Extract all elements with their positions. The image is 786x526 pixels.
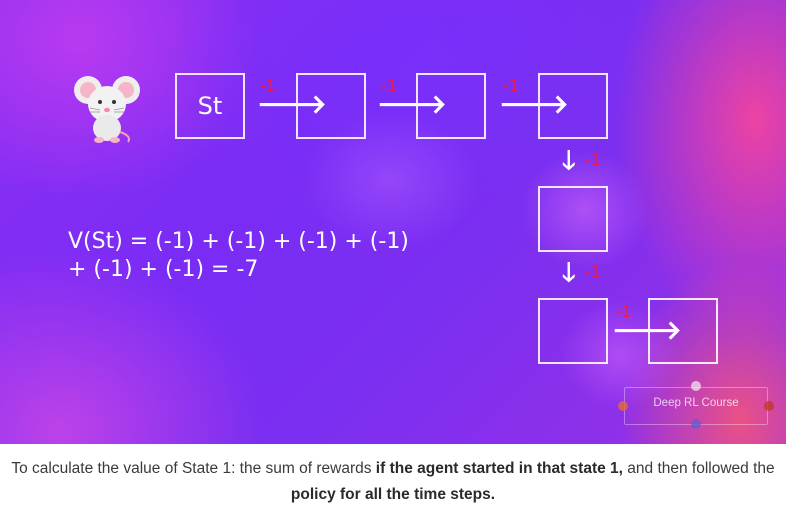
- watermark-joystick-icon: [764, 401, 774, 411]
- right-arrow-icon: 🡒: [377, 90, 447, 120]
- reward-label: -1: [585, 150, 601, 169]
- down-arrow-icon: 🡓: [562, 146, 576, 176]
- watermark-flask-icon: [618, 401, 628, 411]
- state-box-6: [538, 298, 608, 364]
- reward-label: -1: [616, 302, 632, 321]
- watermark-text: Deep RL Course: [653, 397, 739, 409]
- reward-label: -1: [381, 76, 397, 95]
- caption-text: To calculate the value of State 1: the s…: [11, 460, 376, 477]
- caption-bold: policy for all the time steps.: [290, 486, 496, 503]
- caption-text: and then followed the: [622, 460, 775, 477]
- right-arrow-icon: 🡒: [257, 90, 327, 120]
- down-arrow-icon: 🡓: [562, 258, 576, 288]
- right-arrow-icon: 🡒: [499, 90, 569, 120]
- figure-caption: To calculate the value of State 1: the s…: [0, 456, 786, 508]
- state-box-1: St: [175, 73, 245, 139]
- reward-label: -1: [503, 76, 519, 95]
- state-box-5: [538, 186, 608, 252]
- reward-label: -1: [260, 76, 276, 95]
- course-watermark: Deep RL Course: [618, 381, 774, 429]
- value-equation-line-2: + (-1) + (-1) = -7: [68, 257, 259, 282]
- value-equation-line-1: V(St) = (-1) + (-1) + (-1) + (-1): [68, 229, 409, 254]
- mouse-icon: [74, 76, 140, 143]
- watermark-robot-icon: [691, 381, 701, 391]
- diagram-figure: St 🡒 🡒 🡒 🡓 🡓 🡒 -1 -1 -1 -1 -1 -1 V(St) =…: [0, 0, 786, 444]
- reward-label: -1: [585, 262, 601, 281]
- watermark-dot-icon: [691, 419, 701, 429]
- right-arrow-icon: 🡒: [612, 316, 682, 346]
- caption-bold: if the agent started in that state 1,: [375, 460, 623, 477]
